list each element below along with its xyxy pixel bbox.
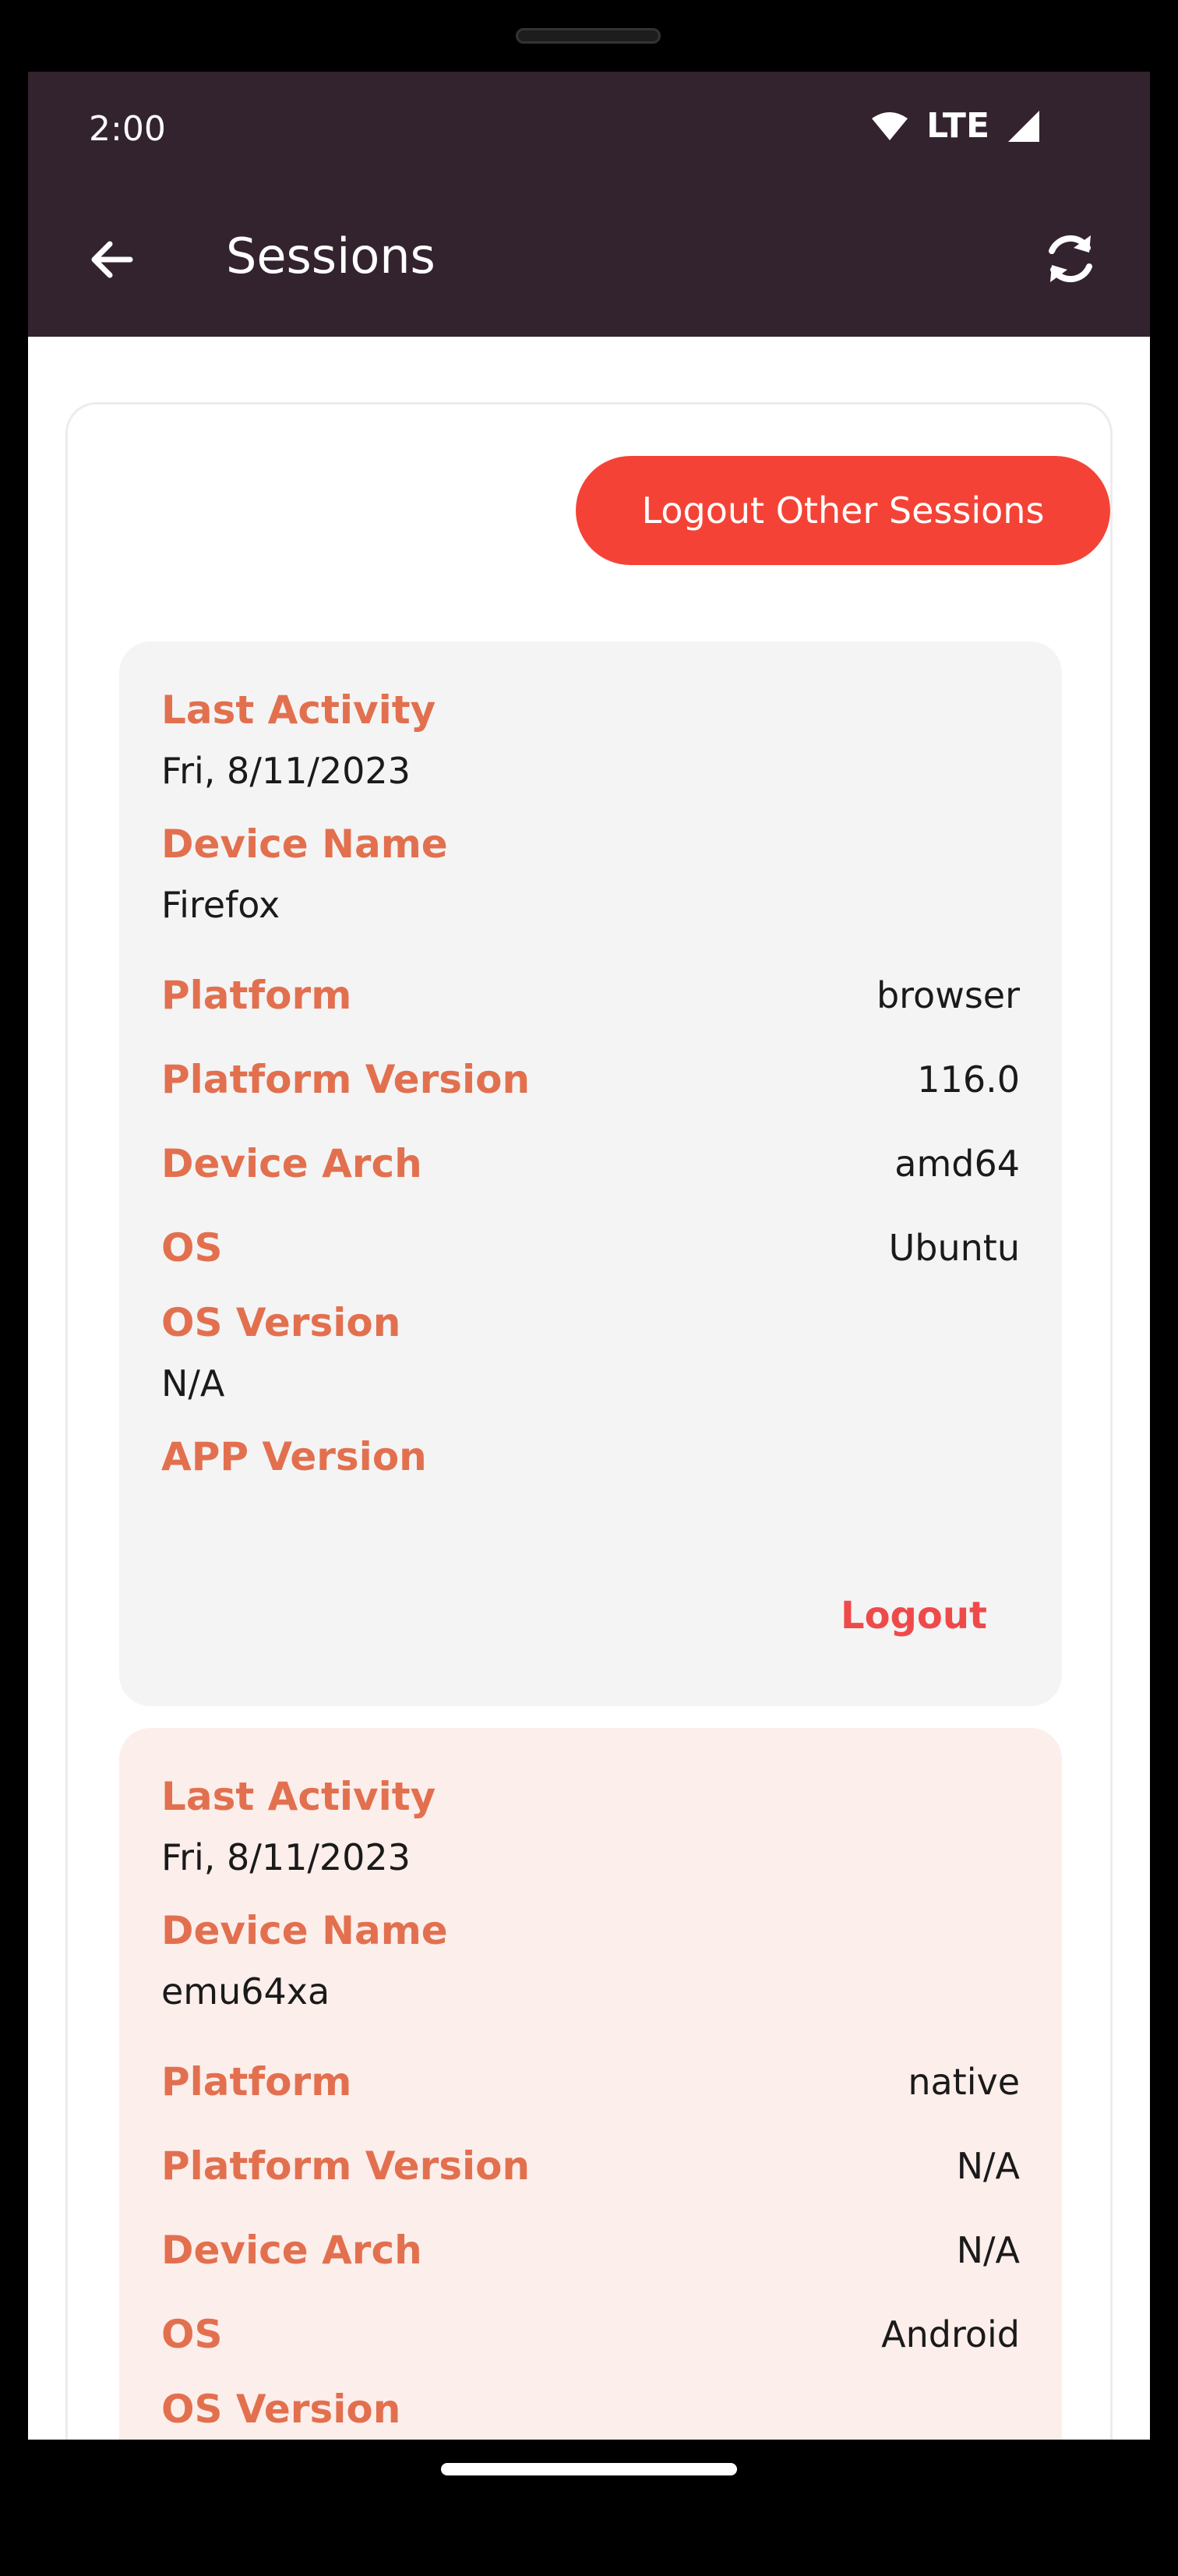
session-card: Last Activity Fri, 8/11/2023 Device Name… <box>119 641 1062 1706</box>
logout-button[interactable]: Logout <box>841 1594 987 1638</box>
field-value: Android <box>881 2313 1020 2355</box>
field-label: OS Version <box>161 2387 401 2432</box>
field-label: Platform Version <box>161 1057 531 1102</box>
device-name-field: Device Name Firefox <box>161 819 1020 928</box>
field-label: Platform Version <box>161 2143 531 2189</box>
app-version-field: APP Version <box>161 1432 1020 1482</box>
platform-version-field: Platform Version N/A <box>161 2124 1020 2208</box>
field-value: Fri, 8/11/2023 <box>161 1836 411 1878</box>
field-value: 116.0 <box>917 1058 1020 1101</box>
wifi-icon <box>872 111 908 140</box>
device-name-field: Device Name emu64xa <box>161 1906 1020 2015</box>
field-label: APP Version <box>161 1434 427 1479</box>
sessions-card: Logout Other Sessions Last Activity Fri,… <box>65 402 1113 2440</box>
field-label: Last Activity <box>161 1774 436 1819</box>
page-title: Sessions <box>226 228 436 284</box>
field-label: Device Name <box>161 822 448 867</box>
network-label: LTE <box>926 106 989 146</box>
speaker-grille <box>516 28 661 44</box>
back-button[interactable] <box>76 224 146 295</box>
field-value: emu64xa <box>161 1970 330 2012</box>
field-label: Platform <box>161 2059 352 2104</box>
os-field: OS Android <box>161 2292 1020 2376</box>
screen: 2:00 LTE Sessions Logout Other Sessions … <box>28 72 1150 2440</box>
signal-icon <box>1008 110 1039 142</box>
platform-version-field: Platform Version 116.0 <box>161 1037 1020 1122</box>
field-label: Device Name <box>161 1908 448 1953</box>
field-value: native <box>908 2061 1020 2103</box>
field-label: OS <box>161 2312 223 2357</box>
field-value: N/A <box>956 2229 1020 2271</box>
os-version-field: OS Version N/A <box>161 1298 1020 1407</box>
field-label: Device Arch <box>161 1141 422 1186</box>
field-value: Ubuntu <box>888 1227 1020 1269</box>
field-label: Device Arch <box>161 2228 422 2273</box>
platform-field: Platform browser <box>161 953 1020 1037</box>
field-label: OS Version <box>161 1300 401 1345</box>
field-label: OS <box>161 1225 223 1270</box>
arrow-left-icon <box>91 241 133 278</box>
logout-other-sessions-button[interactable]: Logout Other Sessions <box>576 456 1110 565</box>
session-card-current: Last Activity Fri, 8/11/2023 Device Name… <box>119 1728 1062 2440</box>
field-value: Fri, 8/11/2023 <box>161 750 411 792</box>
platform-field: Platform native <box>161 2040 1020 2124</box>
os-field: OS Ubuntu <box>161 1206 1020 1290</box>
field-value: browser <box>876 974 1020 1016</box>
home-indicator[interactable] <box>441 2463 737 2475</box>
field-label: Last Activity <box>161 687 436 733</box>
field-value: Firefox <box>161 884 280 926</box>
app-bar: 2:00 LTE Sessions <box>28 72 1150 337</box>
last-activity-field: Last Activity Fri, 8/11/2023 <box>161 1772 1020 1881</box>
status-time: 2:00 <box>89 109 166 149</box>
sync-icon <box>1049 235 1092 283</box>
last-activity-field: Last Activity Fri, 8/11/2023 <box>161 685 1020 794</box>
device-frame: 2:00 LTE Sessions Logout Other Sessions … <box>0 0 1178 2576</box>
device-arch-field: Device Arch amd64 <box>161 1122 1020 1206</box>
field-label: Platform <box>161 973 352 1018</box>
status-icons: LTE <box>870 106 1041 146</box>
field-value: N/A <box>161 1362 225 1405</box>
device-arch-field: Device Arch N/A <box>161 2208 1020 2292</box>
field-value: amd64 <box>894 1143 1020 1185</box>
os-version-field: OS Version <box>161 2384 1020 2434</box>
refresh-button[interactable] <box>1032 220 1109 298</box>
field-value: N/A <box>956 2145 1020 2187</box>
